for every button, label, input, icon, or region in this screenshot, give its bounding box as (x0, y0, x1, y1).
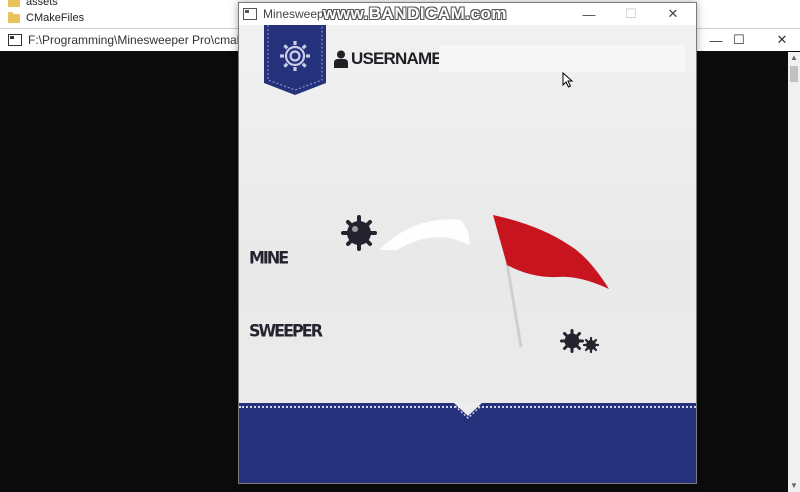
game-close-button[interactable]: ✕ (652, 3, 694, 25)
folder-icon (8, 0, 20, 7)
console-scrollbar[interactable]: ▲ ▼ (788, 52, 800, 492)
explorer-item-label: assets (26, 0, 58, 8)
mine-icon (582, 336, 600, 354)
game-app-icon (243, 8, 257, 20)
console-title: F:\Programming\Minesweeper Pro\cmake-b (28, 33, 261, 47)
mouse-cursor-icon (562, 72, 574, 88)
explorer-item-cmakefiles[interactable]: CMakeFiles (8, 11, 84, 25)
console-maximize-button[interactable]: ☐ (716, 29, 762, 51)
scroll-up-arrow-icon[interactable]: ▲ (788, 52, 800, 64)
minesweeper-window: Minesweeper www.BANDICAM.com — ☐ ✕ USERN… (238, 2, 697, 484)
game-minimize-button[interactable]: — (568, 3, 610, 25)
recording-watermark: www.BANDICAM.com (323, 4, 507, 23)
game-start-screen: USERNAME: MINE SWEEPER (239, 25, 696, 483)
explorer-item-assets[interactable]: assets (8, 0, 58, 9)
blue-footer-banner (239, 402, 696, 483)
folder-icon (8, 11, 20, 23)
game-titlebar[interactable]: Minesweeper www.BANDICAM.com — ☐ ✕ (239, 3, 696, 25)
explorer-item-label: CMakeFiles (26, 12, 85, 24)
console-close-button[interactable]: ✕ (759, 29, 800, 51)
user-icon (334, 50, 348, 68)
flag-pole (505, 262, 523, 348)
mine-icon (341, 215, 377, 251)
logo-word-sweeper: SWEEPER (249, 320, 323, 341)
console-app-icon (8, 34, 22, 46)
motion-swoosh (379, 219, 470, 250)
logo-word-mine: MINE (249, 247, 289, 268)
footer-notch (453, 402, 483, 420)
username-input[interactable] (439, 45, 685, 72)
username-label: USERNAME: (351, 49, 448, 68)
scrollbar-thumb[interactable] (790, 66, 798, 82)
mine-icon (560, 329, 584, 353)
settings-gear-icon[interactable] (264, 25, 326, 95)
game-maximize-button[interactable]: ☐ (610, 3, 652, 25)
scroll-down-arrow-icon[interactable]: ▼ (788, 480, 800, 492)
